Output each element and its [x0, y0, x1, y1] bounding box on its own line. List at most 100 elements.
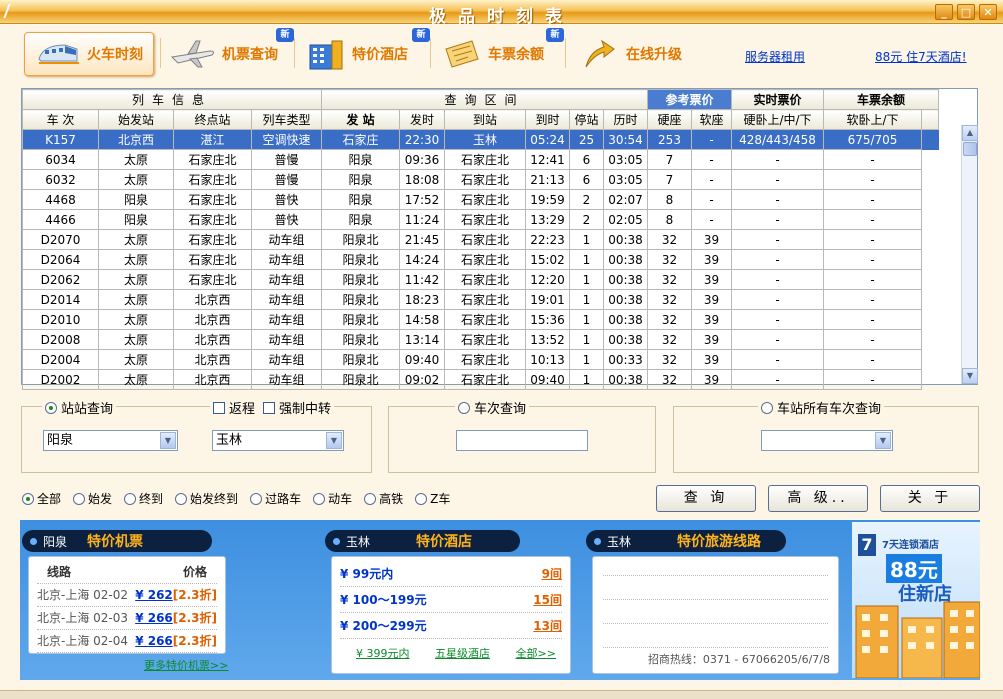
server-rental-link[interactable]: 服务器租用 — [745, 48, 805, 65]
column-header[interactable]: 到站 — [444, 109, 526, 130]
column-header[interactable]: 硬座 — [647, 109, 692, 130]
flight-deal-row[interactable]: 北京-上海 02-02 ¥ 262[2.3折] — [37, 584, 217, 607]
table-row[interactable]: K157 北京西 湛江 空调快速 石家庄 22:30 玉林 05:24 25 30:54 253-4… — [22, 129, 939, 150]
station-query-radio[interactable] — [45, 401, 57, 414]
filter-option[interactable]: 始发终到 — [175, 490, 238, 507]
filter-option[interactable]: 全部 — [22, 490, 61, 507]
table-row[interactable]: D2010 太原 北京西 动车组 阳泉北 14:58 石家庄北 15:36 1 00:38 32 39… — [22, 309, 939, 330]
filter-radio[interactable] — [73, 492, 86, 505]
minimize-button[interactable]: _ — [935, 4, 953, 20]
table-cell: 00:33 — [603, 349, 648, 370]
column-header[interactable]: 终点站 — [173, 109, 252, 130]
filter-radio[interactable] — [175, 492, 188, 505]
scroll-down-icon[interactable]: ▼ — [962, 368, 978, 384]
chevron-down-icon[interactable]: ▼ — [326, 432, 342, 449]
hotel-under-399-link[interactable]: ¥ 399元内 — [356, 645, 410, 661]
maximize-button[interactable]: □ — [957, 4, 975, 20]
query-button[interactable]: 查 询 — [656, 485, 756, 512]
table-row[interactable]: D2070 太原 石家庄北 动车组 阳泉北 21:45 石家庄北 22:23 1 00:38 32 3… — [22, 229, 939, 250]
station-query-panel: 站站查询 返程 强制中转 阳泉 ▼ 玉林 ▼ — [21, 398, 372, 473]
filter-option[interactable]: 动车 — [313, 490, 352, 507]
flight-deals-box: 阳泉 特价机票 线路 价格 北京-上海 02-02 ¥ 262[2.3折] 北京-上… — [22, 530, 229, 672]
chevron-down-icon[interactable]: ▼ — [160, 432, 176, 449]
more-flights-link[interactable]: 更多特价机票>> — [144, 657, 228, 673]
table-row[interactable]: D2008 太原 北京西 动车组 阳泉北 13:14 石家庄北 13:52 1 00:38 32 39… — [22, 329, 939, 350]
tab-ticket-balance[interactable]: 车票余额 新 — [442, 28, 564, 76]
tab-flight-query[interactable]: 机票查询 新 — [170, 28, 294, 76]
flight-deal-row[interactable]: 北京-上海 02-04 ¥ 266[2.3折] — [37, 630, 217, 653]
table-cell: 湛江 — [173, 129, 252, 150]
column-header[interactable]: 软座 — [691, 109, 732, 130]
hotel-price-row[interactable]: ¥ 100～199元 15间 — [340, 587, 562, 613]
filter-option[interactable]: 高铁 — [364, 490, 403, 507]
table-cell: 30:54 — [603, 129, 648, 150]
table-cell: - — [731, 329, 824, 350]
table-cell: 阳泉北 — [321, 329, 400, 350]
filter-option[interactable]: 始发 — [73, 490, 112, 507]
table-cell: 00:38 — [603, 369, 648, 390]
column-header[interactable]: 停站 — [569, 109, 604, 130]
table-cell: - — [823, 209, 922, 230]
table-cell: 普快 — [251, 189, 322, 210]
train-number-input[interactable] — [456, 430, 588, 451]
table-row[interactable]: D2004 太原 北京西 动车组 阳泉北 09:40 石家庄北 10:13 1 00:33 32 39… — [22, 349, 939, 370]
title-bar: 极品时刻表 _ □ ✕ — [0, 0, 1003, 27]
hotel-price-row[interactable]: ¥ 99元内 9间 — [340, 561, 562, 587]
grid-vertical-scrollbar[interactable]: ▲ ▼ — [961, 125, 978, 384]
filter-radio[interactable] — [313, 492, 326, 505]
table-cell: 玉林 — [444, 129, 526, 150]
table-row[interactable]: D2002 太原 北京西 动车组 阳泉北 09:02 石家庄北 09:40 1 00:38 32 39… — [22, 369, 939, 390]
station-all-trains-select[interactable]: ▼ — [761, 430, 893, 451]
table-row[interactable]: 4468 阳泉 石家庄北 普快 阳泉 17:52 石家庄北 19:59 2 02:07 8- - - — [22, 189, 939, 210]
table-row[interactable]: D2062 太原 石家庄北 动车组 阳泉北 11:42 石家庄北 12:20 1 00:38 32 3… — [22, 269, 939, 290]
filter-radio[interactable] — [250, 492, 263, 505]
filter-option[interactable]: Z车 — [415, 490, 450, 507]
close-button[interactable]: ✕ — [979, 4, 997, 20]
scroll-thumb[interactable] — [963, 142, 977, 156]
filter-radio[interactable] — [415, 492, 428, 505]
column-header[interactable]: 发 站 — [321, 109, 400, 130]
column-header[interactable]: 车 次 — [22, 109, 99, 130]
hotel-promo-link[interactable]: 88元 住7天酒店! — [875, 48, 967, 65]
table-row[interactable]: 6032 太原 石家庄北 普慢 阳泉 18:08 石家庄北 21:13 6 03:05 7- - - — [22, 169, 939, 190]
column-header[interactable]: 始发站 — [98, 109, 174, 130]
column-header[interactable]: 发时 — [399, 109, 445, 130]
hotel-price-row[interactable]: ¥ 200～299元 13间 — [340, 613, 562, 639]
column-header[interactable]: 列车类型 — [251, 109, 322, 130]
table-cell: 太原 — [98, 149, 174, 170]
flight-deal-row[interactable]: 北京-上海 02-03 ¥ 266[2.3折] — [37, 607, 217, 630]
column-header[interactable]: 历时 — [603, 109, 648, 130]
table-row[interactable]: D2014 太原 北京西 动车组 阳泉北 18:23 石家庄北 19:01 1 00:38 32 39… — [22, 289, 939, 310]
table-cell: - — [823, 249, 922, 270]
station-all-trains-radio[interactable] — [761, 401, 773, 414]
filter-option[interactable]: 过路车 — [250, 490, 301, 507]
about-button[interactable]: 关 于 — [880, 485, 980, 512]
from-station-select[interactable]: 阳泉 ▼ — [43, 430, 178, 451]
advanced-button[interactable]: 高 级.. — [768, 485, 868, 512]
main-toolbar: 火车时刻 机票查询 新 特价酒店 新 车票余额 新 在线升级 服务器租用 88元… — [0, 24, 1003, 84]
table-row[interactable]: D2064 太原 石家庄北 动车组 阳泉北 14:24 石家庄北 15:02 1 00:38 32 3… — [22, 249, 939, 270]
tab-special-hotels[interactable]: 特价酒店 新 — [306, 28, 430, 76]
scroll-up-icon[interactable]: ▲ — [962, 125, 978, 141]
chevron-down-icon[interactable]: ▼ — [875, 432, 891, 449]
train-number-radio[interactable] — [458, 401, 470, 414]
column-header[interactable]: 硬卧上/中/下 — [731, 109, 824, 130]
seven-days-hotel-banner[interactable]: 7 7天连锁酒店 88元 住新店 — [852, 522, 980, 678]
five-star-hotel-link[interactable]: 五星级酒店 — [435, 645, 490, 661]
column-header[interactable]: 到时 — [525, 109, 570, 130]
filter-radio[interactable] — [364, 492, 377, 505]
table-row[interactable]: 4466 阳泉 石家庄北 普快 阳泉 11:24 石家庄北 13:29 2 02:05 8- - - — [22, 209, 939, 230]
table-row[interactable]: 6034 太原 石家庄北 普慢 阳泉 09:36 石家庄北 12:41 6 03:05 7- - - — [22, 149, 939, 170]
filter-radio[interactable] — [22, 492, 34, 505]
return-trip-checkbox[interactable] — [213, 401, 225, 414]
tab-online-upgrade[interactable]: 在线升级 — [580, 32, 682, 76]
filter-option[interactable]: 终到 — [124, 490, 163, 507]
filter-radio[interactable] — [124, 492, 137, 505]
table-cell: 石家庄北 — [444, 229, 526, 250]
table-cell: 阳泉 — [321, 209, 400, 230]
all-hotels-link[interactable]: 全部>> — [516, 645, 556, 661]
tab-train-schedule[interactable]: 火车时刻 — [24, 32, 154, 76]
to-station-select[interactable]: 玉林 ▼ — [212, 430, 344, 451]
column-header[interactable]: 软卧上/下 — [823, 109, 922, 130]
force-transfer-checkbox[interactable] — [263, 401, 276, 414]
